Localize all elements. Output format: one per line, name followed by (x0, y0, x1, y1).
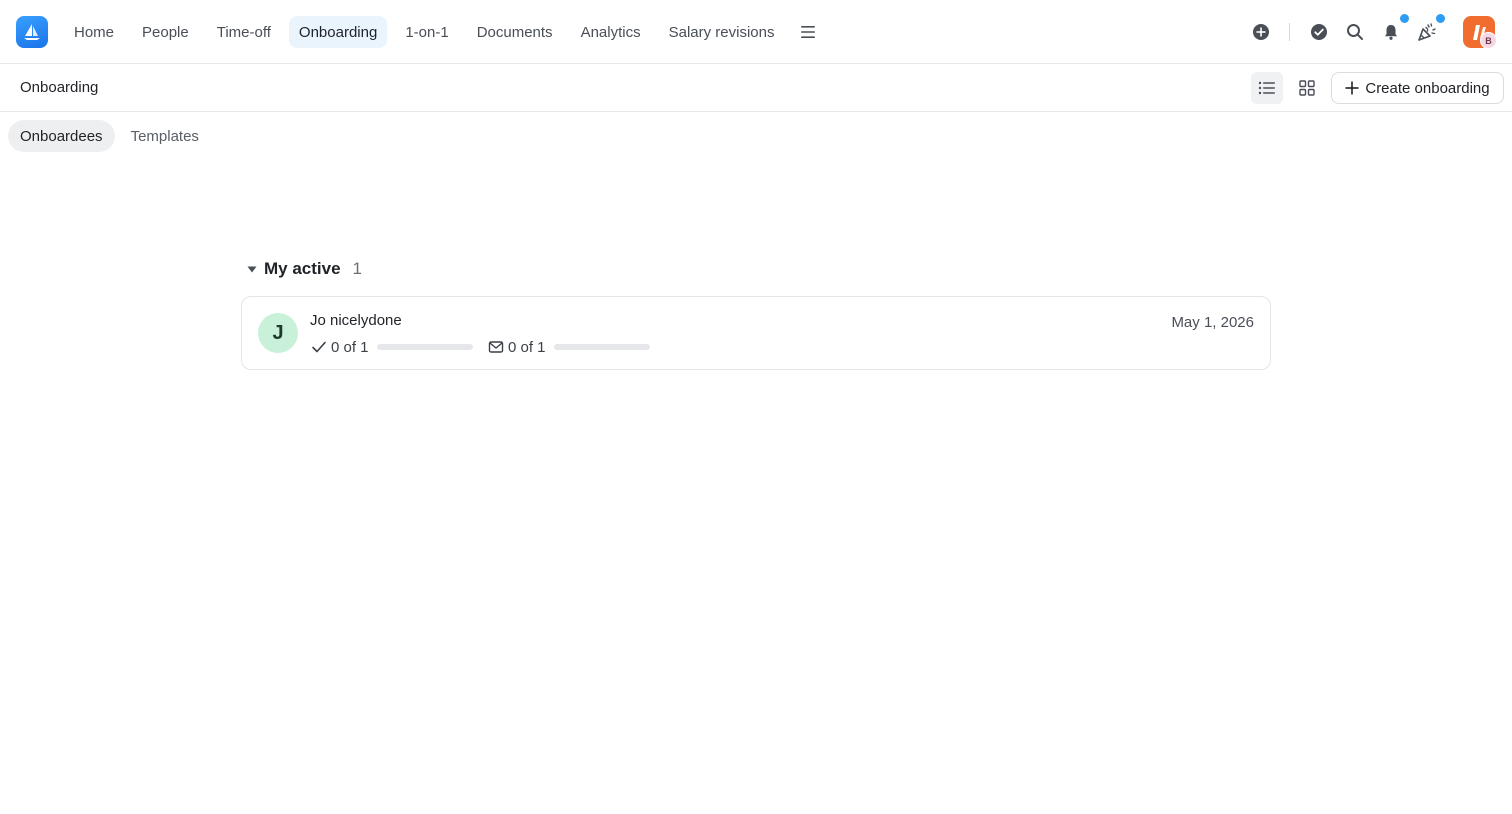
onboarding-tabs: Onboardees Templates (8, 120, 211, 152)
create-onboarding-label: Create onboarding (1365, 79, 1490, 97)
section-count: 1 (352, 259, 363, 278)
more-menu-button[interactable] (792, 16, 824, 48)
collapse-section-button[interactable] (245, 262, 259, 276)
notification-dot (1400, 14, 1409, 23)
onboarding-start-date: May 1, 2026 (1171, 314, 1254, 331)
create-onboarding-button[interactable]: Create onboarding (1331, 72, 1504, 104)
quick-add-button[interactable] (1245, 16, 1277, 48)
sailboat-icon (24, 24, 40, 40)
top-navigation: Home People Time-off Onboarding 1-on-1 D… (0, 0, 1512, 64)
nav-item-time-off[interactable]: Time-off (207, 16, 281, 48)
tasks-button[interactable] (1303, 16, 1335, 48)
section-title: My active (264, 259, 341, 278)
search-button[interactable] (1339, 16, 1371, 48)
search-icon (1347, 24, 1363, 40)
check-circle-icon (1311, 24, 1327, 40)
onboardee-avatar: J (258, 313, 298, 353)
plus-circle-icon (1253, 24, 1269, 40)
envelope-icon (488, 341, 504, 353)
page-header: Onboarding Create onboarding (0, 65, 1512, 112)
hamburger-icon (801, 26, 816, 38)
tab-templates[interactable]: Templates (119, 120, 211, 152)
caret-down-icon (247, 266, 257, 272)
party-icon (1418, 23, 1436, 41)
bell-icon (1385, 25, 1397, 40)
grid-icon (1299, 80, 1315, 96)
checkmark-icon (312, 341, 326, 353)
my-active-section-header: My active 1 (245, 258, 362, 280)
messages-progress: 0 of 1 (488, 337, 650, 357)
tasks-progress: 0 of 1 (311, 337, 473, 357)
page-title: Onboarding (20, 79, 99, 96)
messages-count: 0 of 1 (508, 338, 546, 356)
nav-item-1-on-1[interactable]: 1-on-1 (395, 16, 458, 48)
main-nav: Home People Time-off Onboarding 1-on-1 D… (64, 16, 824, 48)
onboardee-card[interactable]: J Jo nicelydone 0 of 1 0 of 1 May 1, 202… (241, 296, 1271, 370)
nav-item-people[interactable]: People (132, 16, 199, 48)
nav-item-onboarding[interactable]: Onboarding (288, 16, 388, 48)
toolbar-divider (1289, 23, 1290, 41)
plus-icon (1345, 81, 1359, 95)
tasks-progress-bar (376, 344, 473, 350)
nav-item-analytics[interactable]: Analytics (571, 16, 651, 48)
messages-progress-bar (553, 344, 650, 350)
onboardee-name: Jo nicelydone (310, 312, 402, 329)
list-icon (1258, 81, 1275, 95)
grid-view-button[interactable] (1291, 72, 1323, 104)
nav-item-home[interactable]: Home (64, 16, 124, 48)
nav-item-salary-revisions[interactable]: Salary revisions (659, 16, 785, 48)
user-avatar[interactable]: B (1480, 32, 1497, 49)
tasks-count: 0 of 1 (331, 338, 369, 356)
nav-item-documents[interactable]: Documents (467, 16, 563, 48)
app-logo[interactable] (16, 16, 48, 48)
tab-onboardees[interactable]: Onboardees (8, 120, 115, 152)
whats-new-dot (1436, 14, 1445, 23)
list-view-button[interactable] (1251, 72, 1283, 104)
